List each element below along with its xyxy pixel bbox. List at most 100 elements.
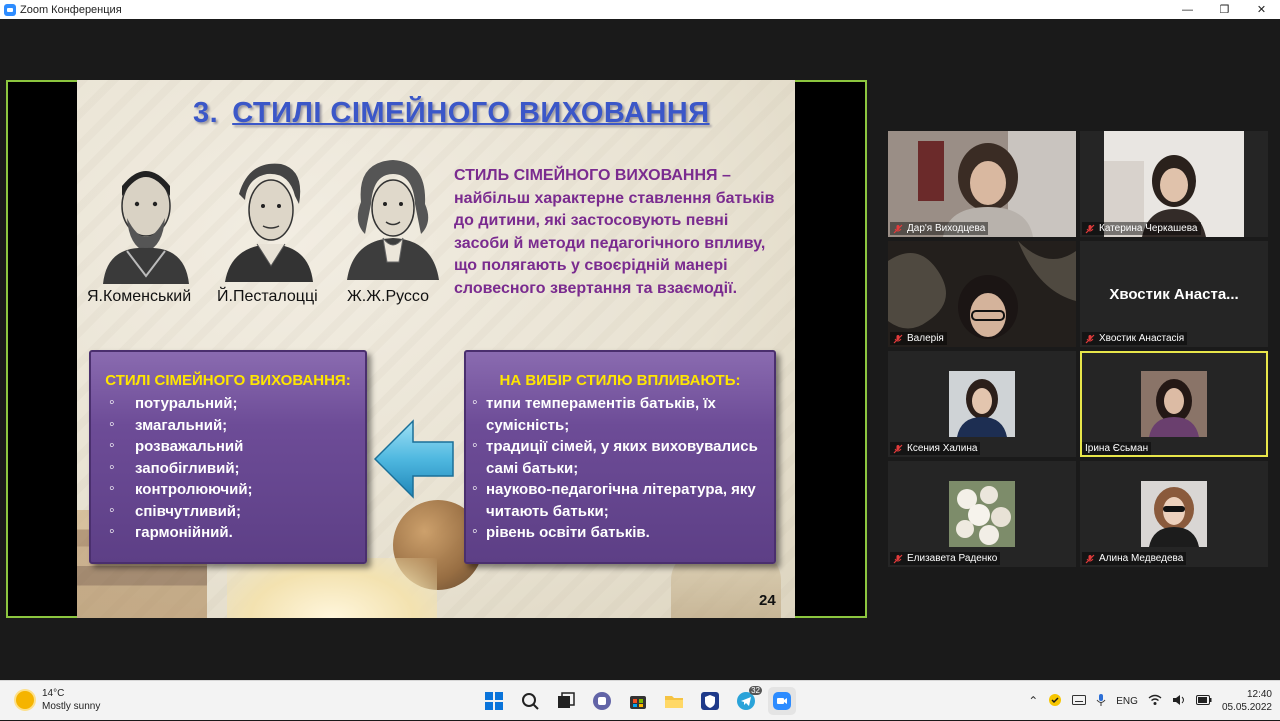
list-item: потуральний; — [109, 392, 365, 415]
family-styles-list: потуральний; змагальний; розважальний за… — [109, 392, 365, 544]
list-item: контролюючий; — [109, 478, 365, 501]
telegram-icon[interactable]: 32 — [732, 686, 762, 715]
system-tray: ⌃ ENG 12:40 05.05.2022 — [1028, 681, 1272, 721]
muted-mic-icon — [893, 554, 903, 563]
slide-page-number: 24 — [759, 592, 776, 609]
left-arrow-icon — [373, 419, 454, 499]
battery-icon[interactable] — [1195, 694, 1212, 708]
participant-name-label: Дар'я Виходцева — [890, 222, 989, 235]
participant-tile-active-speaker[interactable]: Ірина Єсьман — [1080, 351, 1268, 457]
participant-name-label: Елизавета Раденко — [890, 552, 1001, 565]
zoom-icon[interactable] — [768, 687, 796, 715]
participant-tile[interactable]: Елизавета Раденко — [888, 461, 1076, 567]
search-icon[interactable] — [516, 687, 544, 715]
slide-title: 3. СТИЛІ СІМЕЙНОГО ВИХОВАННЯ — [193, 97, 710, 130]
participant-name: Хвостик Анастасія — [1099, 333, 1185, 344]
language-indicator[interactable]: ENG — [1116, 696, 1138, 707]
list-item: рівень освіти батьків. — [472, 521, 768, 544]
start-icon[interactable] — [480, 687, 508, 715]
muted-mic-icon — [1085, 224, 1095, 233]
definition-lead: СТИЛЬ СІМЕЙНОГО ВИХОВАННЯ – — [454, 167, 731, 184]
chevron-up-icon[interactable]: ⌃ — [1028, 694, 1038, 708]
participant-tile[interactable]: Катерина Черкашева — [1080, 131, 1268, 237]
participant-display-name: Хвостик Анаста... — [1109, 286, 1239, 303]
participant-name: Валерія — [907, 333, 944, 344]
participant-tile[interactable]: Ксения Халина — [888, 351, 1076, 457]
explorer-icon[interactable] — [660, 687, 688, 715]
participant-name-label: Ксения Халина — [890, 442, 981, 455]
volume-icon[interactable] — [1172, 694, 1186, 709]
style-factors-list: типи темпераментів батьків, їх сумісніст… — [472, 392, 768, 544]
portrait-komensky — [97, 156, 195, 284]
muted-mic-icon — [1085, 554, 1095, 563]
participant-name: Катерина Черкашева — [1099, 223, 1198, 234]
participant-avatar — [1141, 481, 1207, 547]
taskbar-apps: 32 — [480, 686, 796, 715]
teams-icon[interactable] — [588, 687, 616, 715]
definition-body: найбільш характерне ставлення батьків до… — [454, 189, 775, 297]
participant-tile[interactable]: Валерія — [888, 241, 1076, 347]
participant-tile[interactable]: Хвостик Анаста... Хвостик Анастасія — [1080, 241, 1268, 347]
participant-name-label: Ірина Єсьман — [1082, 442, 1152, 455]
weather-description: Mostly sunny — [42, 701, 101, 712]
portrait-pestalozzi — [219, 154, 317, 282]
participant-avatar — [949, 481, 1015, 547]
portrait-caption: Я.Коменський — [87, 288, 192, 305]
list-item: традиції сімей, у яких виховувались самі… — [472, 435, 768, 479]
list-item: розважальний — [109, 435, 365, 458]
window-titlebar: Zoom Конференция — ❐ ✕ — [0, 0, 1280, 19]
list-item: гармонійний. — [109, 521, 365, 544]
participant-name-label: Хвостик Анастасія — [1082, 332, 1188, 345]
family-styles-box: СТИЛІ СІМЕЙНОГО ВИХОВАННЯ: потуральний; … — [89, 350, 367, 564]
participant-tile[interactable]: Дар'я Виходцева — [888, 131, 1076, 237]
vpn-icon[interactable] — [696, 687, 724, 715]
windows-taskbar: 14°C Mostly sunny 32 ⌃ ENG 12:40 05.05.2… — [0, 680, 1280, 720]
participant-name: Ксения Халина — [907, 443, 978, 454]
presentation-slide: 3. СТИЛІ СІМЕЙНОГО ВИХОВАННЯ Я.Коменський… — [77, 80, 795, 618]
weather-widget[interactable]: 14°C Mostly sunny — [16, 687, 100, 713]
muted-mic-icon — [893, 224, 903, 233]
window-controls: — ❐ ✕ — [1169, 0, 1280, 19]
participant-name: Елизавета Раденко — [907, 553, 998, 564]
style-factors-box: НА ВИБІР СТИЛЮ ВПЛИВАЮТЬ: типи темпераме… — [464, 350, 776, 564]
zoom-logo-icon — [4, 3, 16, 16]
telegram-badge: 32 — [749, 686, 762, 695]
sun-icon — [16, 691, 34, 709]
participant-name-label: Валерія — [890, 332, 947, 345]
open-book-decoration — [227, 558, 437, 618]
participant-tile[interactable]: Алина Медведева — [1080, 461, 1268, 567]
list-item: запобігливий; — [109, 457, 365, 480]
participant-name-label: Катерина Черкашева — [1082, 222, 1201, 235]
portrait-rousseau — [343, 152, 441, 280]
participant-name-label: Алина Медведева — [1082, 552, 1187, 565]
microphone-icon[interactable] — [1096, 693, 1106, 710]
taskbar-clock[interactable]: 12:40 05.05.2022 — [1222, 688, 1272, 714]
participant-avatar — [949, 371, 1015, 437]
portrait-caption: Ж.Ж.Руссо — [347, 288, 430, 305]
task-view-icon[interactable] — [552, 687, 580, 715]
slide-title-number: 3. — [193, 97, 219, 129]
muted-mic-icon — [1085, 334, 1095, 343]
clock-date: 05.05.2022 — [1221, 702, 1272, 713]
family-styles-title: СТИЛІ СІМЕЙНОГО ВИХОВАННЯ: — [105, 372, 351, 389]
minimize-button[interactable]: — — [1169, 0, 1206, 19]
wifi-icon[interactable] — [1148, 694, 1162, 709]
window-title: Zoom Конференция — [20, 3, 122, 16]
muted-mic-icon — [893, 334, 903, 343]
store-icon[interactable] — [624, 687, 652, 715]
clock-time: 12:40 — [1246, 689, 1272, 700]
close-button[interactable]: ✕ — [1243, 0, 1280, 19]
participant-avatar — [1141, 371, 1207, 437]
muted-mic-icon — [893, 444, 903, 453]
portrait-caption: Й.Песталоцці — [217, 288, 318, 305]
list-item: змагальний; — [109, 414, 365, 437]
participant-name: Алина Медведева — [1099, 553, 1184, 564]
keyboard-icon[interactable] — [1072, 694, 1087, 708]
norton-icon[interactable] — [1048, 693, 1062, 710]
style-factors-title: НА ВИБІР СТИЛЮ ВПЛИВАЮТЬ: — [499, 372, 741, 389]
list-item: науково-педагогічна література, яку чита… — [472, 478, 768, 522]
participant-name: Дар'я Виходцева — [907, 223, 986, 234]
restore-button[interactable]: ❐ — [1206, 0, 1243, 19]
slide-title-text: СТИЛІ СІМЕЙНОГО ВИХОВАННЯ — [232, 97, 710, 129]
weather-temperature: 14°C — [42, 688, 65, 699]
